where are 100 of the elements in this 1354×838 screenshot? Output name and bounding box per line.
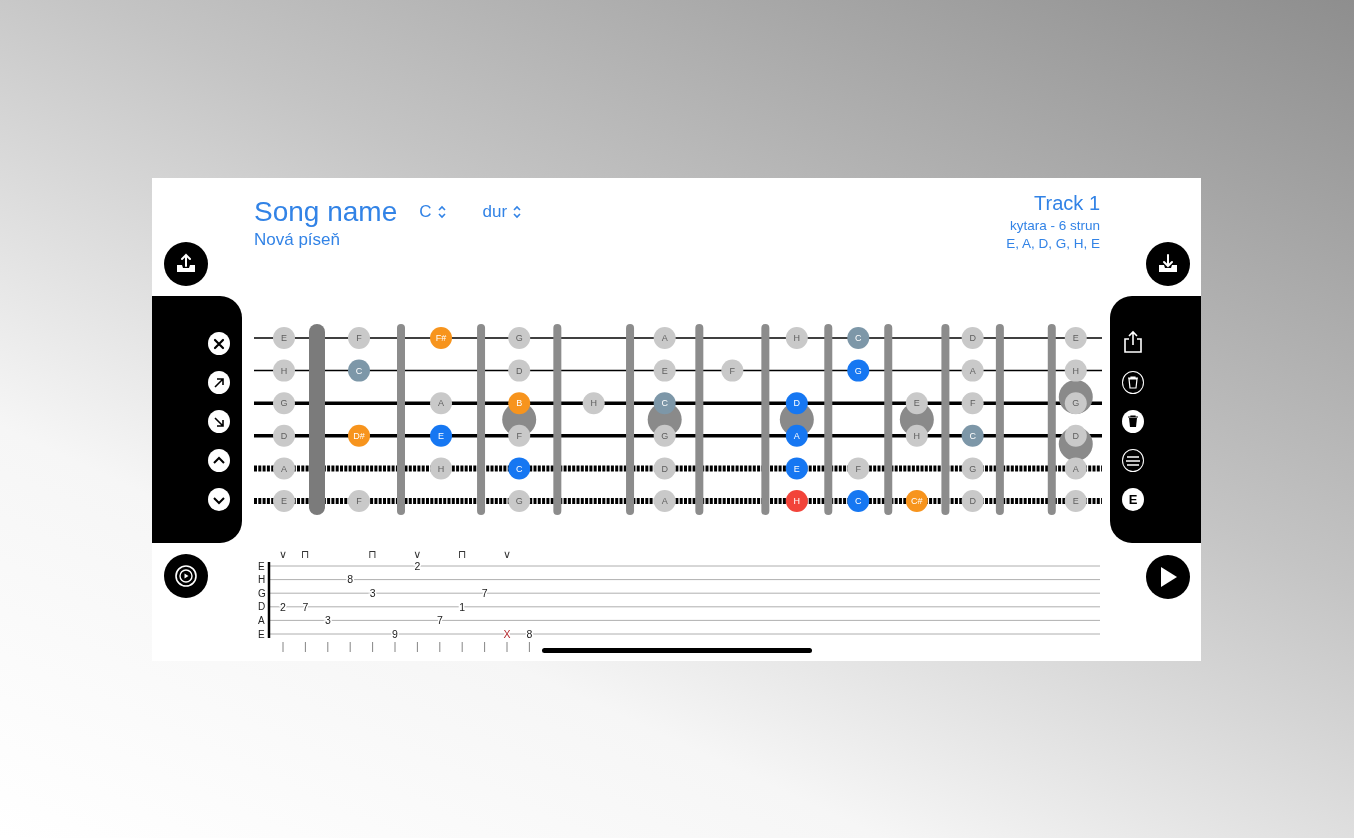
fret-number: 2 — [414, 559, 421, 572]
note-dot[interactable]: C# — [905, 490, 928, 512]
note-dot[interactable]: F — [348, 490, 370, 512]
stroke-mark: ∨ — [413, 548, 422, 561]
note-dot[interactable]: G — [847, 359, 870, 382]
note-dot[interactable]: A — [430, 392, 453, 415]
note-dot[interactable]: E — [1064, 327, 1087, 349]
fret-number: 1 — [459, 600, 466, 613]
note-dot[interactable]: H — [582, 392, 605, 415]
note-dot[interactable]: H — [905, 424, 928, 447]
note-dot[interactable]: H — [785, 327, 808, 349]
note-dot[interactable]: B — [508, 392, 531, 415]
note-dot[interactable]: D# — [348, 424, 370, 447]
instrument-label: kytara - 6 strun — [1009, 218, 1100, 233]
fret-number: 7 — [302, 600, 309, 613]
beat-tick — [417, 641, 418, 653]
fret-number: X — [503, 627, 511, 640]
delete-button[interactable] — [1122, 371, 1144, 394]
note-dot[interactable]: D — [785, 392, 808, 415]
up-down-chevron-icon — [436, 205, 447, 219]
list-lines-icon — [1126, 454, 1140, 467]
string-button[interactable]: E — [1122, 488, 1144, 511]
song-title[interactable]: Song name — [254, 196, 398, 228]
note-dot[interactable]: A — [653, 327, 676, 349]
note-dot[interactable]: D — [653, 457, 676, 480]
share-button[interactable] — [1122, 329, 1144, 355]
track-title[interactable]: Track 1 — [1034, 192, 1100, 215]
note-dot[interactable]: G — [273, 392, 295, 415]
song-name: Nová píseň — [254, 230, 341, 250]
note-dot[interactable]: E — [653, 359, 676, 382]
toolbar-button[interactable] — [208, 371, 230, 394]
share-icon — [1122, 330, 1144, 354]
note-dot[interactable]: E — [273, 327, 295, 349]
play-ring-icon — [174, 564, 198, 588]
note-dot[interactable]: D — [273, 424, 295, 447]
note-dot[interactable]: A — [273, 457, 295, 480]
note-dot[interactable]: G — [508, 327, 531, 349]
note-dot[interactable]: F — [961, 392, 984, 415]
string-label: D — [258, 601, 266, 613]
note-dot[interactable]: G — [961, 457, 984, 480]
note-dot[interactable]: D — [961, 490, 984, 512]
stroke-mark: ⊓ — [301, 548, 310, 561]
note-dot[interactable]: A — [961, 359, 984, 382]
tuning-label: E, A, D, G, H, E — [1006, 236, 1100, 251]
beat-tick — [282, 641, 284, 653]
stroke-mark: ∨ — [502, 548, 512, 561]
note-dot[interactable]: C — [847, 490, 870, 512]
note-dot[interactable]: G — [1064, 392, 1087, 415]
upload-button[interactable] — [164, 242, 208, 286]
toolbar-button[interactable] — [208, 449, 230, 472]
note-dot[interactable]: D — [508, 359, 531, 382]
beat-tick — [327, 641, 329, 653]
note-dot[interactable]: G — [653, 424, 676, 447]
note-dot[interactable]: F — [721, 359, 744, 382]
beat-tick — [506, 641, 508, 653]
note-dot[interactable]: C — [847, 327, 870, 349]
stroke-mark: ⊓ — [457, 548, 467, 561]
note-dot[interactable]: D — [1064, 424, 1087, 447]
string-label: E — [258, 560, 265, 572]
playback-button[interactable] — [164, 554, 208, 598]
beat-tick — [372, 641, 373, 653]
mode-selector[interactable]: dur — [482, 202, 523, 222]
note-dot[interactable]: A — [653, 490, 676, 512]
arrow-up-right-icon — [212, 375, 226, 390]
note-dot[interactable]: A — [785, 424, 808, 447]
note-dot[interactable]: E — [905, 392, 928, 415]
string-label: G — [258, 587, 266, 599]
note-dot[interactable]: E — [273, 490, 295, 512]
trash-icon — [1127, 376, 1139, 389]
fret-number: 8 — [526, 627, 533, 640]
note-dot[interactable]: F — [847, 457, 870, 480]
fret-number: 3 — [369, 587, 376, 599]
toolbar-button[interactable] — [208, 410, 230, 433]
note-dot[interactable]: C — [348, 359, 370, 382]
note-dot[interactable]: F — [348, 327, 370, 349]
toolbar-button[interactable] — [208, 488, 230, 511]
note-dot[interactable]: H — [273, 359, 295, 382]
note-dot[interactable]: E — [430, 424, 453, 447]
note-dot[interactable]: C — [508, 457, 531, 480]
note-dot[interactable]: D — [961, 327, 984, 349]
note-dot[interactable]: E — [1064, 490, 1087, 512]
note-dot[interactable]: H — [430, 457, 453, 480]
note-dot[interactable]: A — [1064, 457, 1087, 480]
play-button[interactable] — [1146, 555, 1190, 599]
note-dot[interactable]: C — [961, 424, 984, 447]
note-dot[interactable]: H — [785, 490, 808, 512]
fret-number: 7 — [481, 587, 488, 599]
delete-button[interactable] — [1122, 410, 1144, 433]
note-dot[interactable]: F — [508, 424, 531, 447]
note-dot[interactable]: H — [1064, 359, 1087, 382]
key-selector[interactable]: C — [419, 202, 447, 222]
note-dot[interactable]: C — [653, 392, 676, 415]
list-button[interactable] — [1122, 449, 1144, 472]
download-button[interactable] — [1146, 242, 1190, 286]
note-dot[interactable]: F# — [430, 327, 453, 349]
note-dot[interactable]: G — [508, 490, 531, 512]
beat-tick — [394, 641, 396, 653]
toolbar-button[interactable] — [208, 332, 230, 355]
beat-tick — [305, 641, 306, 653]
note-dot[interactable]: E — [785, 457, 808, 480]
